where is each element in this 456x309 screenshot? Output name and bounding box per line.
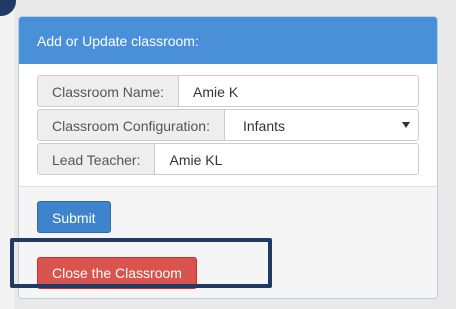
classroom-panel: Add or Update classroom: Classroom Name:… [18,16,438,299]
lead-teacher-group: Lead Teacher: Amie KL [37,143,419,175]
lead-teacher-input[interactable]: Amie KL [155,144,418,174]
submit-button[interactable]: Submit [37,201,111,233]
classroom-configuration-label: Classroom Configuration: [38,110,225,140]
classroom-configuration-select[interactable]: Infants [224,110,418,140]
classroom-configuration-value: Infants [242,118,285,134]
classroom-name-group: Classroom Name: Amie K [37,75,419,107]
chevron-down-icon [402,122,410,128]
classroom-configuration-group: Classroom Configuration: Infants [37,109,419,141]
classroom-form: Classroom Name: Amie K Classroom Configu… [19,64,437,186]
classroom-name-label: Classroom Name: [38,76,180,106]
lead-teacher-label: Lead Teacher: [38,144,156,174]
background-strip [0,0,14,309]
close-classroom-button[interactable]: Close the Classroom [37,257,197,289]
panel-title: Add or Update classroom: [19,17,437,64]
classroom-name-input[interactable]: Amie K [179,76,418,106]
panel-footer: Submit Close the Classroom [19,186,437,298]
